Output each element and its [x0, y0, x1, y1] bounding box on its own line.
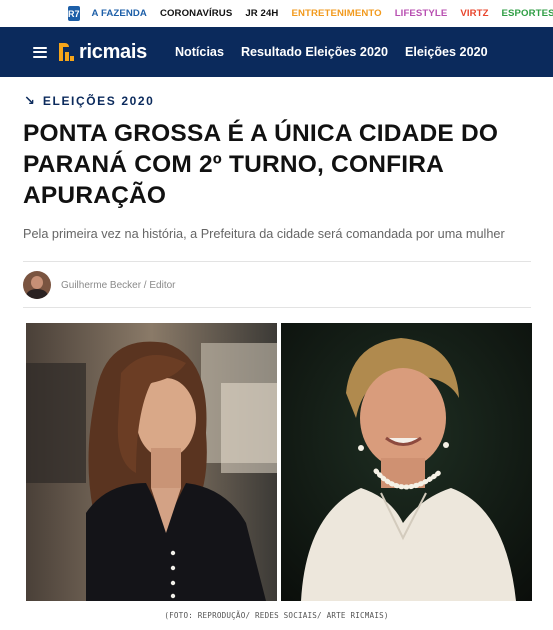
portal-link-a-fazenda[interactable]: A FAZENDA: [92, 8, 147, 19]
photo-left-portrait: [26, 323, 277, 601]
photo-right-portrait: [281, 323, 532, 601]
article-subtitle: Pela primeira vez na história, a Prefeit…: [23, 227, 505, 241]
nav-item-resultado[interactable]: Resultado Eleições 2020: [241, 45, 388, 59]
author-avatar[interactable]: [23, 271, 51, 299]
portal-link-jr24h[interactable]: JR 24H: [245, 8, 278, 19]
portal-nav: A FAZENDA CORONAVÍRUS JR 24H ENTRETENIME…: [92, 8, 553, 19]
article-kicker: ↘ ELEIÇÕES 2020: [24, 93, 154, 109]
nav-item-eleicoes[interactable]: Eleições 2020: [405, 45, 488, 59]
portal-link-esportes[interactable]: ESPORTES: [502, 8, 553, 19]
nav-item-noticias[interactable]: Notícias: [175, 45, 224, 59]
main-nav: Notícias Resultado Eleições 2020 Eleiçõe…: [175, 45, 505, 59]
portal-link-lifestyle[interactable]: LIFESTYLE: [395, 8, 448, 19]
portal-link-coronavirus[interactable]: CORONAVÍRUS: [160, 8, 232, 19]
divider: [23, 307, 531, 308]
article-title: PONTA GROSSA É A ÚNICA CIDADE DO PARANÁ …: [23, 120, 499, 209]
portal-link-entretenimento[interactable]: ENTRETENIMENTO: [291, 8, 381, 19]
site-header: ricmais Notícias Resultado Eleições 2020…: [0, 27, 553, 77]
site-logo[interactable]: ricmais: [59, 41, 147, 64]
photo-caption: (FOTO: REPRODUÇÃO/ REDES SOCIAIS/ ARTE R…: [164, 611, 389, 620]
logo-text: ricmais: [79, 40, 147, 63]
divider: [23, 261, 531, 262]
ricmais-mark-icon: [59, 43, 75, 61]
portal-bar: R7 A FAZENDA CORONAVÍRUS JR 24H ENTRETEN…: [0, 0, 553, 27]
author-byline: Guilherme Becker / Editor: [23, 271, 176, 299]
hamburger-icon[interactable]: [33, 46, 47, 58]
kicker-label[interactable]: ELEIÇÕES 2020: [43, 94, 155, 108]
r7-logo[interactable]: R7: [68, 6, 80, 21]
portal-link-virtz[interactable]: VIRTZ: [460, 8, 488, 19]
author-name[interactable]: Guilherme Becker / Editor: [61, 280, 176, 291]
article-photo: [26, 323, 532, 601]
arrow-down-right-icon: ↘: [24, 93, 35, 108]
